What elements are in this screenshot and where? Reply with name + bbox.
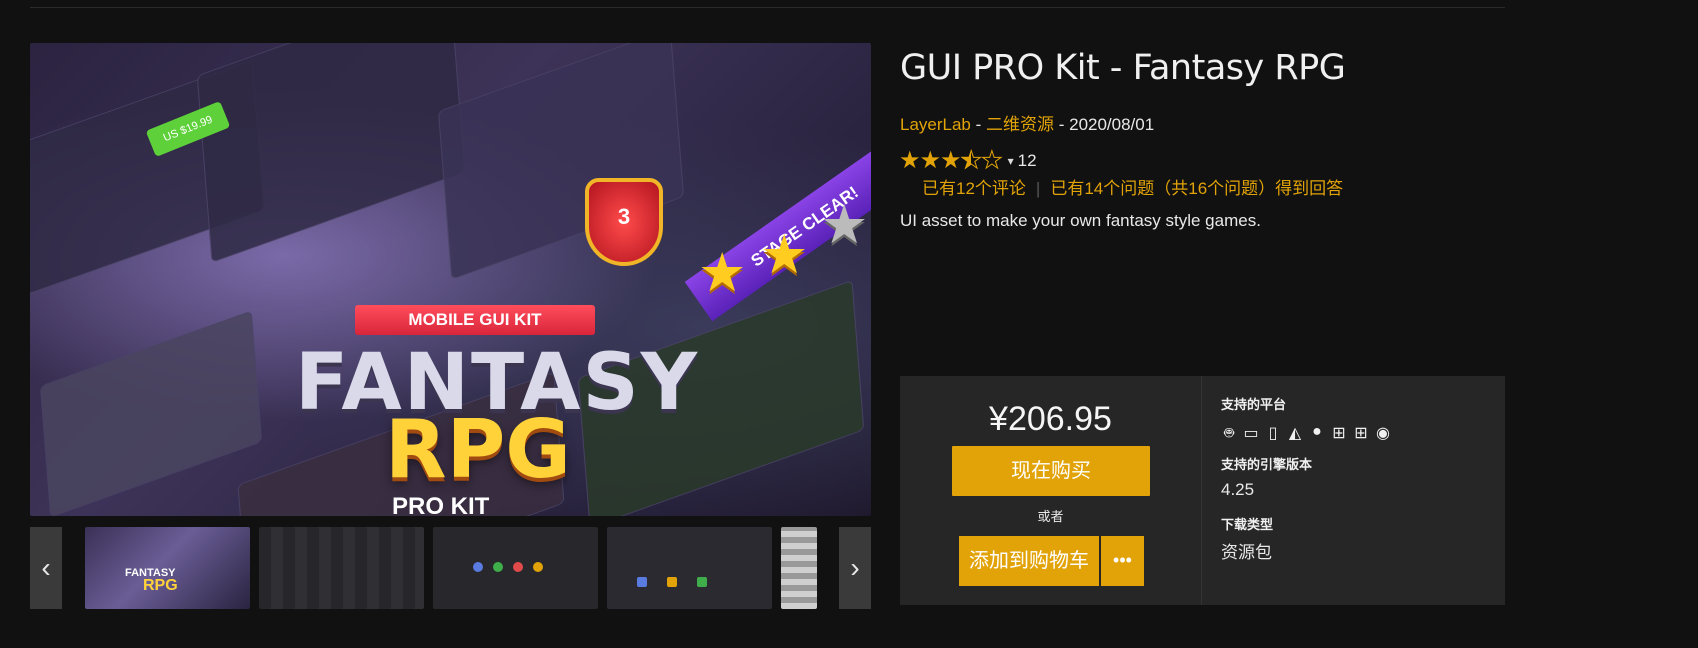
platform-icons: 🤖︎ ▭ ▯ ◭ ● ⊞ ⊞ ◉ xyxy=(1221,423,1391,445)
half-star-icon: ★ xyxy=(960,147,982,175)
thumbnail-strip: ‹ FANTASY RPG › xyxy=(30,527,871,609)
download-type: 资源包 xyxy=(1221,543,1272,562)
thumbnail-text: RPG xyxy=(143,577,178,594)
apple-icon: ● xyxy=(1312,423,1322,440)
purchase-box: ¥206.95 现在购买 或者 添加到购物车 ••• 支持的平台 🤖︎ ▭ ▯ … xyxy=(900,376,1505,605)
vr-eye-icon: ◉ xyxy=(1376,425,1390,442)
or-label: 或者 xyxy=(1037,509,1064,524)
hero-image[interactable]: US $19.99 3 STAGE CLEAR! ★ ★ ★ MOBILE GU… xyxy=(30,43,871,516)
android-icon: 🤖︎ xyxy=(1224,425,1234,442)
publisher-link[interactable]: LayerLab xyxy=(900,115,971,134)
thumbnail-dot xyxy=(637,577,647,587)
empty-star-icon: ★ xyxy=(981,147,1003,175)
review-links: 已有12个评论 | 已有14个问题（共16个问题）得到回答 xyxy=(922,174,1343,199)
category-link[interactable]: 二维资源 xyxy=(986,115,1054,134)
thumbnail-dot xyxy=(473,562,483,572)
product-meta: LayerLab - 二维资源 - 2020/08/01 xyxy=(900,110,1154,135)
rating-count: 12 xyxy=(1017,150,1037,170)
thumbnail-1[interactable]: FANTASY RPG xyxy=(85,527,250,609)
add-to-cart-button[interactable]: 添加到购物车 xyxy=(959,536,1099,586)
hero-title-line2: RPG xyxy=(385,403,571,496)
thumbnail-dot xyxy=(667,577,677,587)
chevron-down-icon[interactable]: ▾ xyxy=(1008,154,1014,168)
thumbnail-2[interactable] xyxy=(259,527,424,609)
product-description: UI asset to make your own fantasy style … xyxy=(900,211,1261,230)
next-thumbnail-button[interactable]: › xyxy=(839,527,871,609)
chevron-right-icon: › xyxy=(850,552,860,583)
link-divider: | xyxy=(1035,179,1041,198)
thumbnail-3[interactable] xyxy=(433,527,598,609)
thumbnail-dot xyxy=(533,562,543,572)
thumbnail-dot xyxy=(493,562,503,572)
star-rating: ★★★★★ xyxy=(899,146,1003,175)
desktop-icon: ▭ xyxy=(1243,425,1259,442)
engine-version: 4.25 xyxy=(1221,480,1255,499)
star-icon: ★ xyxy=(698,243,747,303)
download-type-label: 下载类型 xyxy=(1221,517,1274,532)
prev-thumbnail-button[interactable]: ‹ xyxy=(30,527,62,609)
mobile-icon: ▯ xyxy=(1268,425,1278,442)
thumbnail-dot xyxy=(697,577,707,587)
price: ¥206.95 xyxy=(989,400,1112,438)
star-icon: ★ xyxy=(899,147,920,174)
buy-now-button[interactable]: 现在购买 xyxy=(952,446,1150,496)
purchase-actions: ¥206.95 现在购买 或者 添加到购物车 ••• xyxy=(900,376,1202,605)
product-title: GUI PRO Kit - Fantasy RPG xyxy=(900,48,1346,88)
thumbnail-dot xyxy=(513,562,523,572)
purchase-details: 支持的平台 🤖︎ ▭ ▯ ◭ ● ⊞ ⊞ ◉ 支持的引擎版本 4.25 下载类型… xyxy=(1221,376,1505,605)
meta-separator: - xyxy=(1054,115,1070,134)
star-icon: ★ xyxy=(940,147,961,174)
questions-link[interactable]: 已有14个问题（共16个问题）得到回答 xyxy=(1050,179,1343,198)
reviews-link[interactable]: 已有12个评论 xyxy=(922,179,1026,198)
thumbnail-5[interactable] xyxy=(781,527,817,609)
hero-panel xyxy=(196,43,466,263)
hero-panel xyxy=(39,310,263,516)
more-options-button[interactable]: ••• xyxy=(1101,536,1144,586)
release-date: 2020/08/01 xyxy=(1069,115,1155,134)
rating-summary[interactable]: ★★★★★ ▾ 12 xyxy=(899,146,1037,175)
hero-title-line3: PRO KIT xyxy=(392,493,490,516)
top-divider xyxy=(30,7,1505,8)
hero-shield-badge: 3 xyxy=(585,178,663,266)
chevron-left-icon: ‹ xyxy=(41,552,51,583)
thumbnail-4[interactable] xyxy=(607,527,772,609)
engine-label: 支持的引擎版本 xyxy=(1221,457,1313,472)
platforms-label: 支持的平台 xyxy=(1221,397,1287,412)
linux-icon: ◭ xyxy=(1288,425,1302,442)
star-icon: ★ xyxy=(919,147,941,174)
star-icon: ★ xyxy=(760,225,809,285)
meta-separator: - xyxy=(970,115,986,134)
windows-store-icon: ⊞ xyxy=(1354,425,1368,442)
windows-icon: ⊞ xyxy=(1332,425,1346,442)
star-icon: ★ xyxy=(820,195,869,255)
hero-ribbon: MOBILE GUI KIT xyxy=(355,305,595,335)
